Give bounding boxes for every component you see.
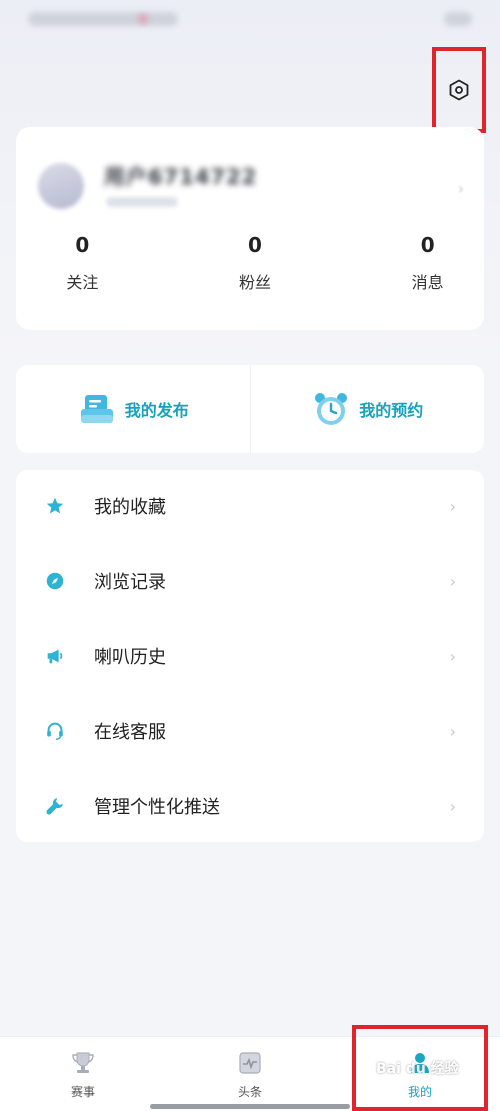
stats-row: 0 关注 0 粉丝 0 消息 xyxy=(16,233,484,293)
battery-icon xyxy=(444,12,472,26)
menu-item-megaphone-history[interactable]: 喇叭历史 › xyxy=(16,626,484,686)
menu-label: 我的收藏 xyxy=(94,497,166,518)
menu-item-history[interactable]: 浏览记录 › xyxy=(16,551,484,611)
chevron-right-icon: › xyxy=(449,721,456,741)
stat-value: 0 xyxy=(75,233,90,257)
menu-label: 管理个性化推送 xyxy=(94,797,220,818)
settings-button[interactable] xyxy=(432,47,486,133)
chevron-right-icon: › xyxy=(449,646,456,666)
menu-card: 我的收藏 › 浏览记录 › 喇叭历史 › 在线客服 › 管理个性化推送 › xyxy=(16,470,484,842)
menu-label: 喇叭历史 xyxy=(94,647,166,668)
headset-icon xyxy=(44,720,66,742)
tab-headlines[interactable]: 头条 xyxy=(190,1037,310,1111)
alarm-clock-icon xyxy=(315,393,348,425)
chevron-right-icon: › xyxy=(449,571,456,591)
my-posts-button[interactable]: 我的发布 xyxy=(16,365,250,453)
user-subtitle xyxy=(106,197,178,207)
avatar[interactable] xyxy=(38,163,84,209)
settings-hexagon-icon xyxy=(449,79,469,101)
home-indicator xyxy=(150,1104,350,1109)
menu-label: 浏览记录 xyxy=(94,572,166,593)
trophy-icon xyxy=(72,1052,94,1073)
menu-item-push-settings[interactable]: 管理个性化推送 › xyxy=(16,776,484,836)
compass-icon xyxy=(44,570,66,592)
publish-icon xyxy=(80,395,113,423)
stat-value: 0 xyxy=(248,233,262,257)
stat-label: 关注 xyxy=(66,273,99,292)
tab-label: 赛事 xyxy=(70,1085,95,1099)
stat-following[interactable]: 0 关注 xyxy=(0,233,169,293)
notification-dot xyxy=(138,14,148,24)
username[interactable]: 用户6714722 xyxy=(104,161,257,191)
wrench-icon xyxy=(44,795,66,817)
shortcut-card: 我的发布 我的预约 xyxy=(16,365,484,453)
my-reservations-button[interactable]: 我的预约 xyxy=(249,365,485,453)
stat-value: 0 xyxy=(420,233,435,257)
status-time xyxy=(28,12,178,26)
profile-card: 用户6714722 › 0 关注 0 粉丝 0 消息 xyxy=(16,127,484,330)
chevron-right-icon: › xyxy=(449,796,456,816)
profile-chevron-icon[interactable]: › xyxy=(458,179,464,198)
tab-label: 头条 xyxy=(237,1085,262,1099)
stat-label: 消息 xyxy=(411,273,444,292)
star-icon xyxy=(44,495,66,517)
menu-item-customer-service[interactable]: 在线客服 › xyxy=(16,701,484,761)
shortcut-label: 我的发布 xyxy=(124,401,189,420)
stat-fans[interactable]: 0 粉丝 xyxy=(169,233,342,293)
menu-item-favorites[interactable]: 我的收藏 › xyxy=(16,476,484,536)
status-bar xyxy=(0,0,500,40)
tab-matches[interactable]: 赛事 xyxy=(23,1037,143,1111)
stat-messages[interactable]: 0 消息 xyxy=(341,233,500,293)
stat-label: 粉丝 xyxy=(239,273,272,292)
watermark-logo: Bai du 经验 xyxy=(376,1061,459,1077)
shortcut-label: 我的预约 xyxy=(359,401,424,420)
chevron-right-icon: › xyxy=(449,496,456,516)
news-icon xyxy=(239,1052,261,1074)
megaphone-icon xyxy=(44,645,66,667)
menu-label: 在线客服 xyxy=(94,722,166,743)
